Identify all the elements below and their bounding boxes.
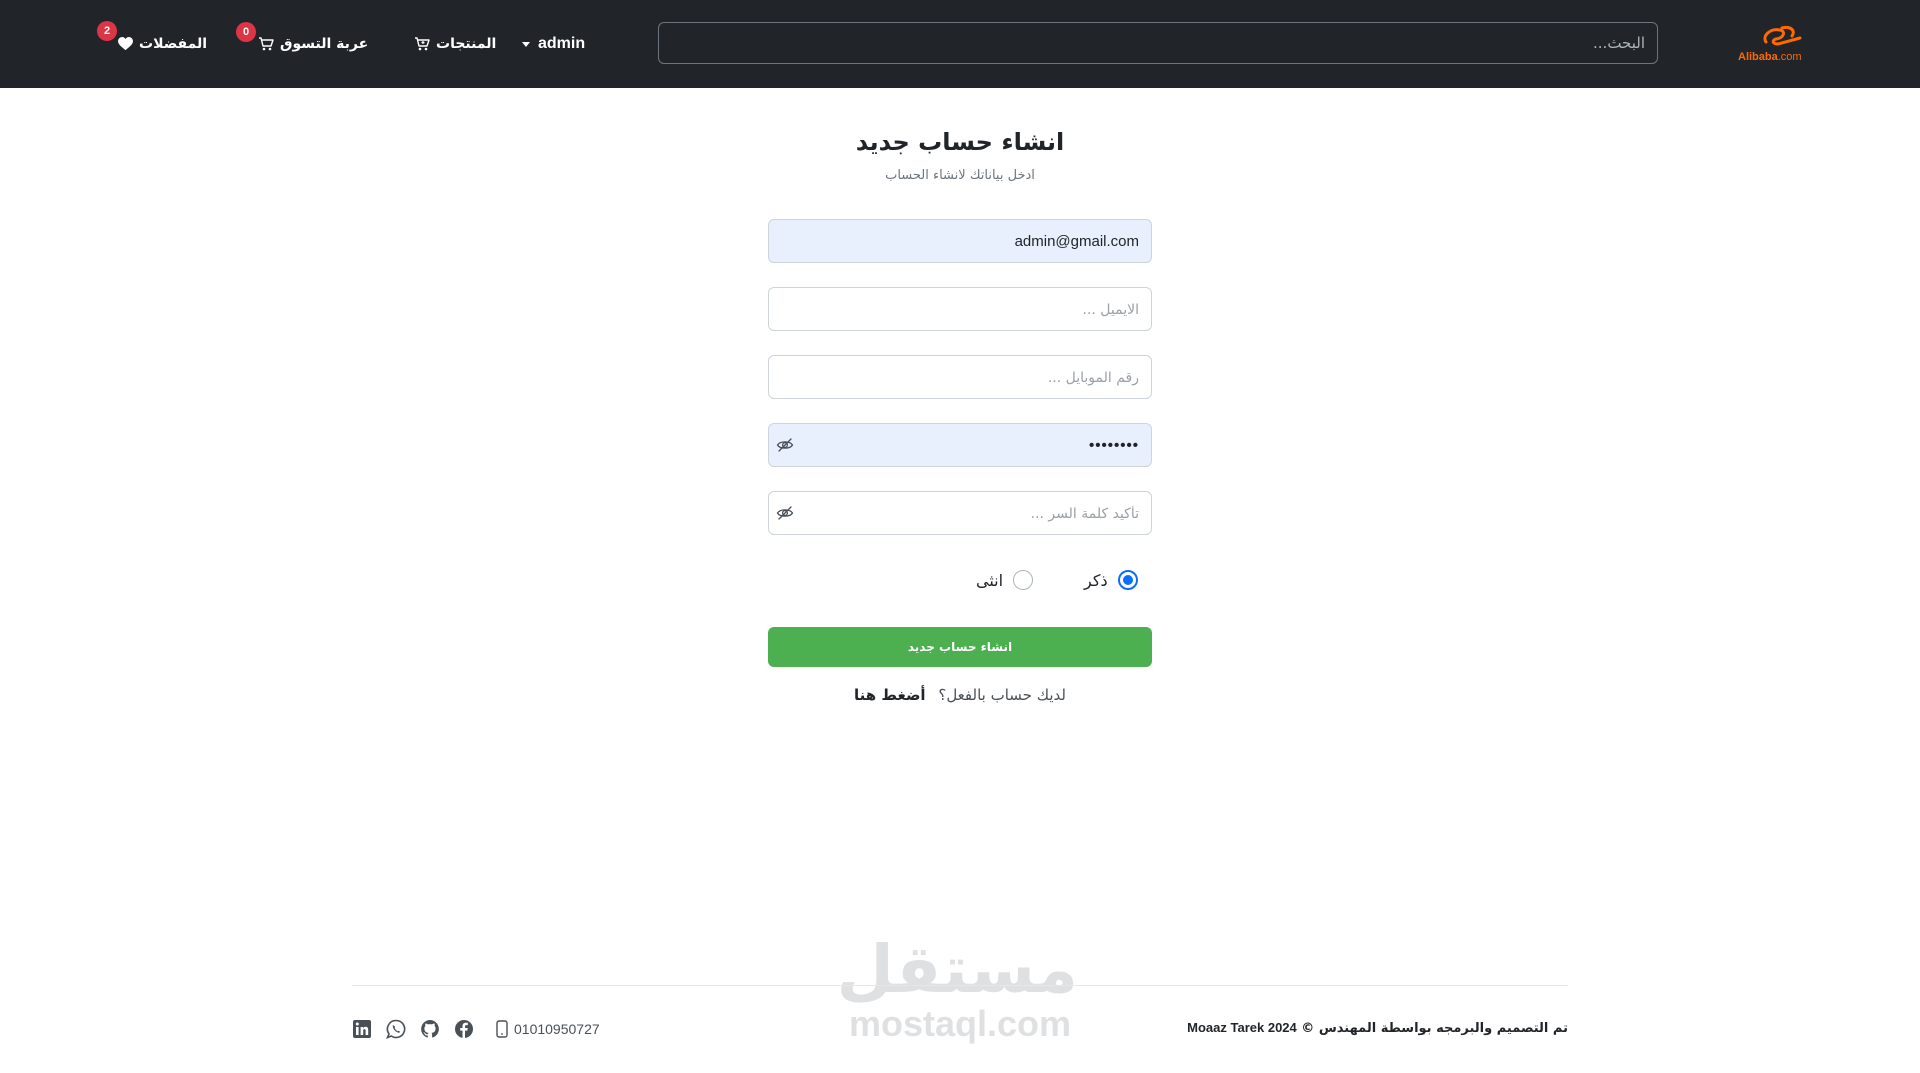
cart-plus-icon bbox=[415, 37, 430, 51]
gender-female-radio[interactable] bbox=[1013, 570, 1034, 590]
top-navbar: Alibaba.com admin المنتجات عربة التسوق 0… bbox=[0, 0, 1920, 88]
gender-male-radio[interactable] bbox=[1117, 570, 1138, 590]
gender-male-label: ذكر bbox=[1084, 570, 1108, 590]
search-input[interactable] bbox=[658, 22, 1658, 64]
mobile-phone-icon bbox=[496, 1020, 508, 1038]
footer-phone[interactable]: 01010950727 bbox=[496, 1020, 600, 1038]
copyright-brand: Moaaz Tarek 2024 bbox=[1187, 1020, 1297, 1035]
footer-copyright: تم التصميم والبرمجه بواسطة المهندس © Moa… bbox=[1187, 1020, 1568, 1036]
logo-name: Alibaba bbox=[1738, 51, 1778, 63]
login-prompt-text: لديك حساب بالفعل؟ bbox=[938, 686, 1066, 704]
user-name: admin bbox=[538, 35, 586, 52]
facebook-icon[interactable] bbox=[454, 1019, 474, 1039]
nav-products-label: المنتجات bbox=[436, 36, 497, 52]
nav-products[interactable]: المنتجات bbox=[414, 0, 496, 88]
watermark-latin: mostaql.com bbox=[848, 1003, 1072, 1044]
eye-slash-icon[interactable] bbox=[776, 504, 794, 522]
name-field[interactable] bbox=[768, 219, 1152, 263]
whatsapp-icon[interactable] bbox=[386, 1019, 406, 1039]
footer-divider bbox=[352, 985, 1568, 986]
phone-number: 01010950727 bbox=[514, 1021, 600, 1037]
watermark-arabic: مستقل bbox=[836, 931, 1078, 1008]
email-field[interactable] bbox=[768, 287, 1152, 331]
login-prompt-row: لديك حساب بالفعل؟ أضغط هنا bbox=[0, 686, 1920, 704]
logo-text: Alibaba.com bbox=[1738, 51, 1802, 63]
site-logo[interactable]: Alibaba.com bbox=[1732, 24, 1818, 68]
gender-male-option[interactable]: ذكر bbox=[1084, 568, 1138, 592]
alibaba-logo-icon bbox=[1763, 26, 1802, 46]
create-account-button[interactable]: انشاء حساب جديد bbox=[768, 627, 1152, 667]
footer-social-links: 01010950727 bbox=[352, 1018, 600, 1040]
page-title: انشاء حساب جديد bbox=[855, 128, 1065, 156]
cart-icon bbox=[259, 37, 274, 51]
login-link[interactable]: أضغط هنا bbox=[854, 686, 926, 704]
nav-cart[interactable]: عربة التسوق bbox=[258, 0, 368, 88]
mobile-field[interactable] bbox=[768, 355, 1152, 399]
github-icon[interactable] bbox=[420, 1019, 440, 1039]
nav-favorites[interactable]: المفضلات bbox=[118, 0, 207, 88]
logo-suffix: .com bbox=[1777, 51, 1802, 63]
gender-female-option[interactable]: انثى bbox=[976, 568, 1034, 592]
nav-cart-label: عربة التسوق bbox=[280, 36, 369, 52]
cart-count-badge: 0 bbox=[236, 22, 256, 42]
password-field[interactable] bbox=[768, 423, 1152, 467]
page-subtitle: ادخل بياناتك لانشاء الحساب bbox=[885, 168, 1035, 183]
caret-down-icon bbox=[522, 41, 530, 47]
heart-icon bbox=[118, 37, 133, 51]
user-menu-dropdown[interactable]: admin bbox=[522, 0, 585, 88]
watermark: مستقل mostaql.com bbox=[836, 930, 1078, 1050]
linkedin-icon[interactable] bbox=[352, 1019, 372, 1039]
eye-slash-icon[interactable] bbox=[776, 436, 794, 454]
nav-favorites-label: المفضلات bbox=[139, 36, 208, 52]
confirm-password-field[interactable] bbox=[768, 491, 1152, 535]
copyright-text: تم التصميم والبرمجه بواسطة المهندس © bbox=[1301, 1021, 1568, 1036]
gender-female-label: انثى bbox=[976, 570, 1004, 590]
favorites-count-badge: 2 bbox=[97, 21, 117, 41]
